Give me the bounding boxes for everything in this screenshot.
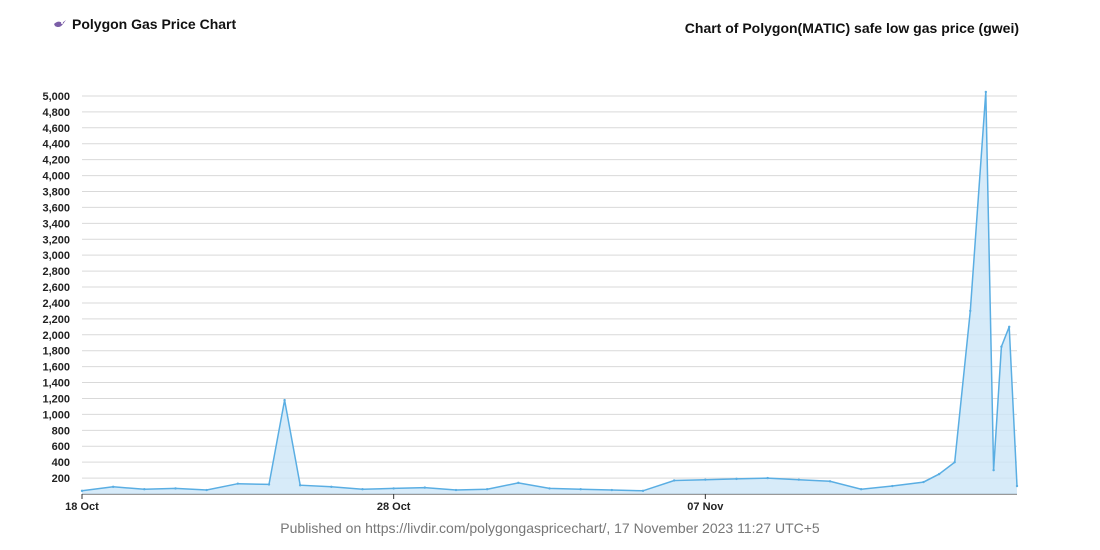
y-tick-label: 4,400: [42, 139, 70, 151]
data-point: [984, 90, 988, 94]
y-tick-label: 2,400: [42, 298, 70, 310]
y-tick-label: 2,600: [42, 282, 70, 294]
data-point: [891, 484, 894, 488]
data-point: [579, 488, 582, 491]
y-tick-label: 1,000: [42, 409, 70, 421]
x-tick-label: 28 Oct: [377, 501, 411, 513]
published-footer: Published on https://livdir.com/polygong…: [280, 520, 820, 536]
data-point: [828, 480, 832, 483]
data-point: [859, 488, 863, 491]
y-tick-label: 3,000: [42, 250, 70, 262]
y-tick-label: 200: [52, 473, 70, 485]
series-line: [81, 91, 1018, 492]
gas-price-chart: 200 400 600 800 1,000 1,200 1,400 1,600 1,800 2,0…: [42, 90, 1019, 513]
y-tick-label: 4,000: [42, 171, 70, 183]
data-point: [548, 487, 551, 490]
data-point: [1000, 345, 1003, 348]
y-tick-label: 800: [52, 425, 70, 437]
y-tick-label: 2,200: [42, 314, 70, 326]
x-tick-label: 18 Oct: [65, 501, 99, 513]
y-tick-label: 1,400: [42, 378, 70, 390]
data-point: [205, 488, 208, 492]
data-point: [392, 487, 395, 490]
y-tick-label: 1,600: [42, 362, 70, 374]
data-point: [111, 485, 115, 489]
y-tick-label: 5,000: [42, 91, 70, 103]
y-tick-label: 2,000: [42, 330, 70, 342]
data-point: [766, 476, 769, 480]
data-point: [672, 479, 676, 482]
y-tick-label: 1,800: [42, 346, 70, 358]
data-point: [236, 482, 240, 485]
series-area: [82, 92, 1017, 494]
data-point: [969, 309, 972, 313]
data-point: [517, 481, 520, 485]
data-point: [610, 488, 614, 492]
data-point: [454, 488, 458, 492]
data-point: [797, 478, 801, 481]
y-tick-label: 600: [52, 441, 70, 453]
data-point: [143, 488, 146, 491]
y-tick-label: 3,200: [42, 234, 70, 246]
y-tick-label: 3,800: [42, 186, 70, 198]
data-point: [80, 489, 84, 493]
data-point: [922, 480, 925, 484]
data-point: [330, 485, 333, 489]
data-point: [267, 483, 271, 486]
y-tick-label: 400: [52, 457, 70, 469]
data-point: [735, 477, 738, 481]
y-tick-label: 1,200: [42, 393, 70, 405]
data-point: [937, 472, 941, 476]
y-tick-label: 4,200: [42, 155, 70, 167]
data-point: [953, 460, 956, 464]
x-tick-label: 07 Nov: [687, 501, 724, 513]
y-tick-label: 2,800: [42, 266, 70, 278]
data-point: [174, 487, 177, 490]
data-point: [423, 486, 427, 489]
y-tick-label: 4,600: [42, 123, 70, 135]
y-tick-label: 3,400: [42, 218, 70, 230]
y-tick-label: 3,600: [42, 202, 70, 214]
data-point: [1015, 484, 1019, 488]
data-point: [298, 484, 302, 487]
data-point: [1008, 325, 1011, 329]
data-point: [992, 468, 995, 472]
data-point: [641, 489, 645, 493]
data-point: [485, 488, 489, 491]
data-point: [704, 478, 707, 481]
y-tick-label: 4,800: [42, 107, 70, 119]
data-point: [283, 398, 286, 402]
data-point: [361, 488, 364, 491]
